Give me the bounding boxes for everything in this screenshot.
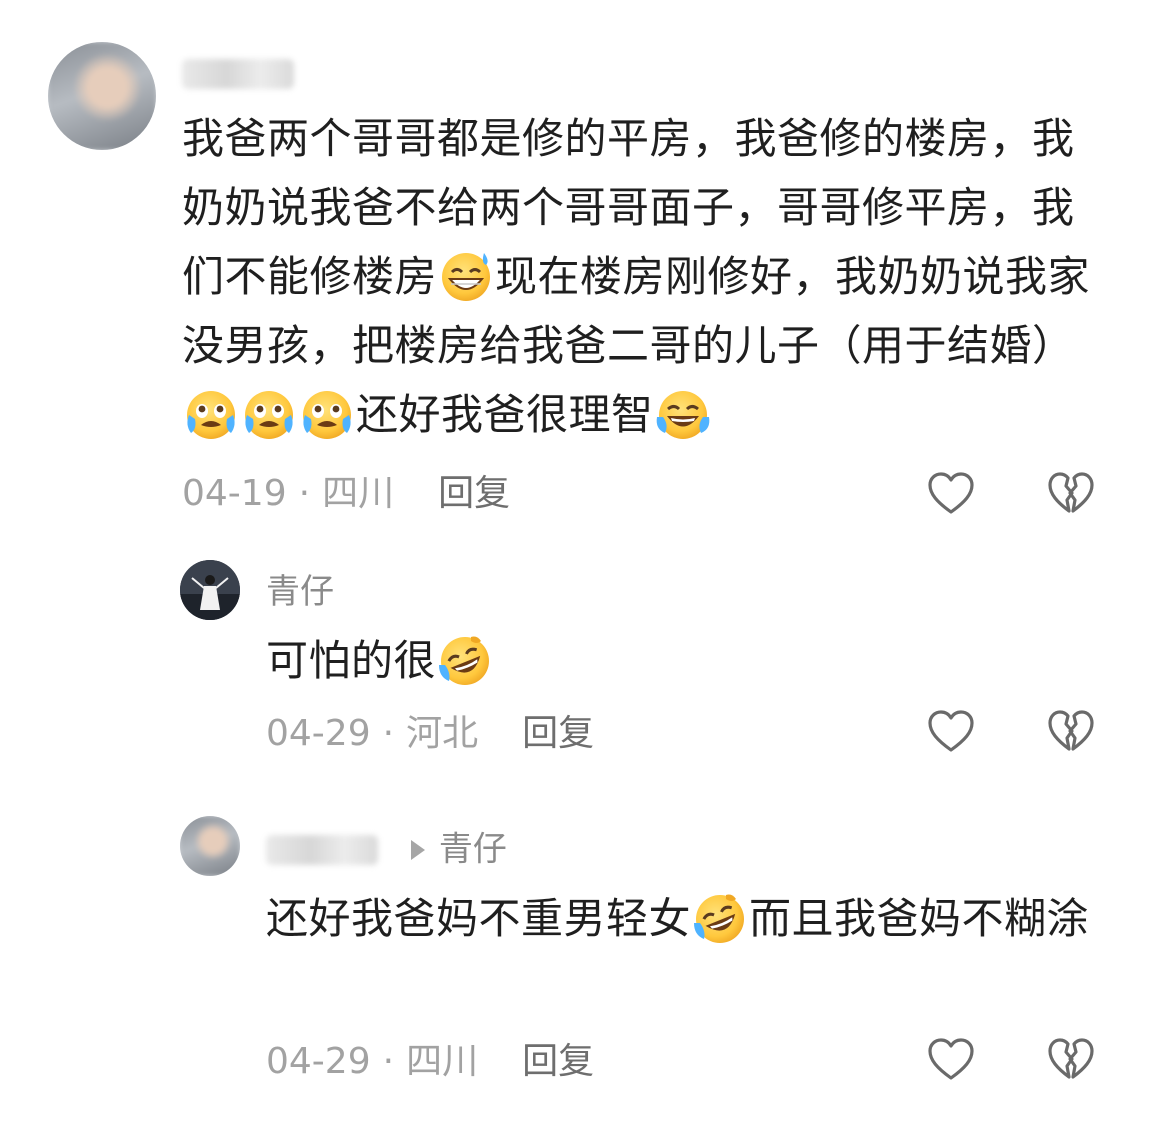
reply-button[interactable]: 回复 xyxy=(438,473,510,514)
comment-text: 还好我爸妈不重男轻女 而且我爸妈不糊涂 xyxy=(266,884,1106,953)
heart-outline-icon[interactable] xyxy=(927,1036,975,1084)
broken-heart-icon[interactable] xyxy=(1047,470,1095,518)
comment-location: 四川 xyxy=(406,1041,479,1082)
username[interactable]: 青仔 xyxy=(266,828,507,870)
comment-location: 四川 xyxy=(322,473,395,514)
username-redacted xyxy=(182,58,294,89)
comment-text-part: 而且我爸妈不糊涂 xyxy=(749,894,1090,943)
username-redacted xyxy=(266,834,378,865)
comment-date: 04-29 xyxy=(266,713,371,754)
crying-emoji xyxy=(241,385,297,441)
meta-separator: · xyxy=(298,473,311,514)
reply-button[interactable]: 回复 xyxy=(522,1041,594,1082)
broken-heart-icon[interactable] xyxy=(1047,708,1095,756)
grinning-sweat-emoji xyxy=(438,247,494,303)
username[interactable]: 青仔 xyxy=(266,572,334,612)
username[interactable] xyxy=(182,52,294,92)
rolling-laughing-emoji xyxy=(437,631,493,687)
avatar[interactable] xyxy=(180,816,240,876)
avatar[interactable] xyxy=(48,42,156,150)
avatar-image xyxy=(180,560,240,620)
comment-date: 04-19 xyxy=(182,473,287,514)
heart-outline-icon[interactable] xyxy=(927,470,975,518)
avatar-image xyxy=(180,816,240,876)
meta-separator: · xyxy=(382,713,395,754)
comment-text-part: 可怕的很 xyxy=(266,636,437,685)
heart-outline-icon[interactable] xyxy=(927,708,975,756)
comment-text-part: 还好我爸很理智 xyxy=(356,390,654,439)
comment-text: 可怕的很 xyxy=(266,626,1106,695)
rolling-laughing-emoji xyxy=(692,889,748,945)
reply-button[interactable]: 回复 xyxy=(522,713,594,754)
avatar[interactable] xyxy=(180,560,240,620)
broken-heart-icon[interactable] xyxy=(1047,1036,1095,1084)
crying-emoji xyxy=(183,385,239,441)
comment-meta: 04-19 · 四川 回复 xyxy=(182,472,510,516)
username-text: 青仔 xyxy=(266,572,334,612)
comment-date: 04-29 xyxy=(266,1041,371,1082)
comment-location: 河北 xyxy=(406,713,479,754)
reply-target-username[interactable]: 青仔 xyxy=(439,830,507,870)
comment-meta: 04-29 · 河北 回复 xyxy=(266,712,594,756)
comment-meta: 04-29 · 四川 回复 xyxy=(266,1040,594,1084)
tears-of-joy-emoji xyxy=(655,385,711,441)
reply-arrow-icon xyxy=(410,839,425,860)
avatar-image xyxy=(48,42,156,150)
comment-text-part: 还好我爸妈不重男轻女 xyxy=(266,894,692,943)
meta-separator: · xyxy=(382,1041,395,1082)
comment-text: 我爸两个哥哥都是修的平房，我爸修的楼房，我奶奶说我爸不给两个哥哥面子，哥哥修平房… xyxy=(182,104,1102,449)
crying-emoji xyxy=(299,385,355,441)
